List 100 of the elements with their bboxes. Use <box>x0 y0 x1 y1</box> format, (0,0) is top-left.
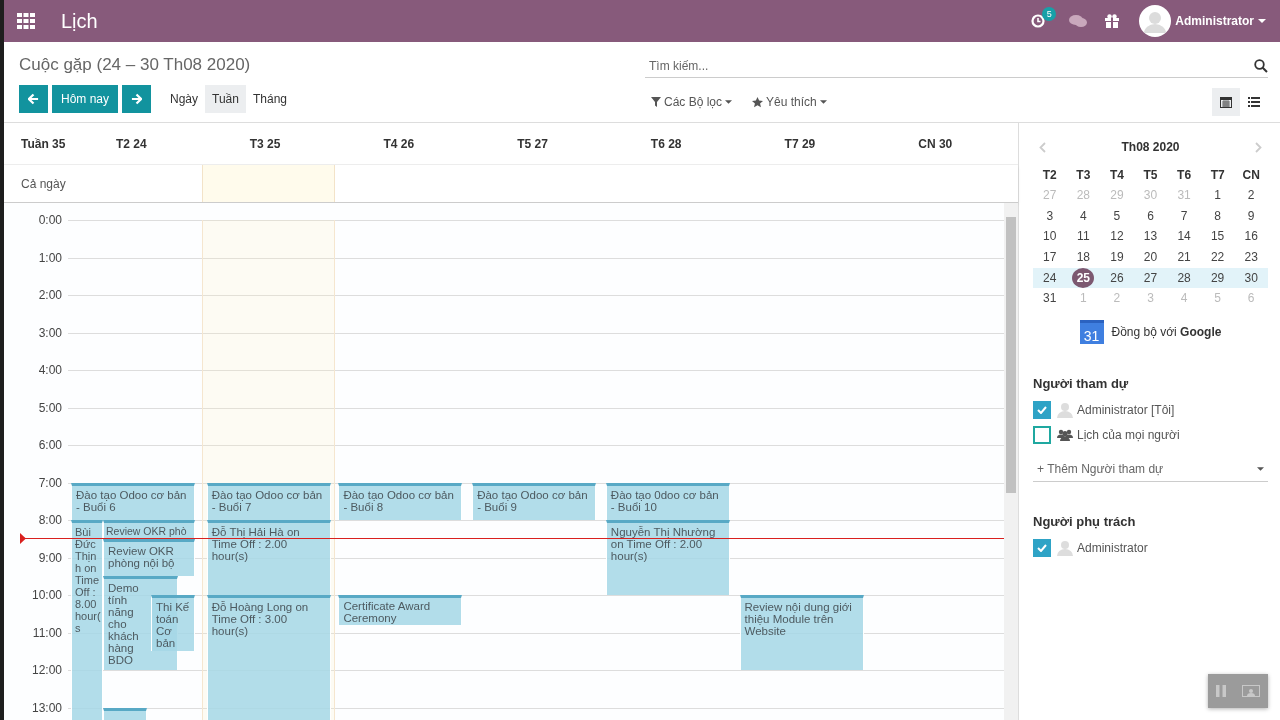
sync-link[interactable]: Đồng bộ với Google <box>1111 325 1222 340</box>
user-name[interactable]: Administrator <box>1175 14 1254 28</box>
checkbox[interactable] <box>1033 425 1051 444</box>
calendar-view-button[interactable] <box>1212 88 1240 116</box>
calendar-event[interactable]: Review nội dung giới thiệu Module trên Website <box>739 595 864 670</box>
hour-label: 1:00 <box>37 250 63 265</box>
caret-icon[interactable] <box>1258 19 1266 23</box>
weekday-label: T5 <box>1142 167 1159 184</box>
calendar-day[interactable]: 29 <box>1206 267 1229 289</box>
calendar-day[interactable]: 2 <box>1240 185 1263 206</box>
chat-icon[interactable] <box>1069 14 1088 28</box>
calendar-day[interactable]: 19 <box>1105 247 1128 268</box>
calendar-day[interactable]: 7 <box>1173 205 1196 227</box>
next-button[interactable] <box>122 85 152 113</box>
calendar-event[interactable]: Thi Kế toán Cơ bản <box>151 595 195 652</box>
checkbox[interactable] <box>1033 538 1051 557</box>
page-title: Cuộc gặp (24 – 30 Th08 2020) <box>19 55 252 75</box>
all-day-label: Cả ngày <box>20 176 67 191</box>
calendar-day[interactable]: 12 <box>1105 226 1128 248</box>
section-title: Người phụ trách <box>1033 514 1137 530</box>
notification-badge: 5 <box>1042 7 1057 21</box>
calendar-day[interactable]: 11 <box>1072 226 1095 248</box>
calendar-day[interactable]: 20 <box>1139 247 1162 268</box>
calendar-event[interactable]: Đào tạo Odoo cơ bản - Buổi 9 <box>472 482 597 520</box>
calendar-day[interactable]: 10 <box>1038 226 1061 248</box>
day-header: T5 27 <box>516 136 549 151</box>
arrow-left-icon <box>28 93 39 105</box>
checkbox[interactable] <box>1033 400 1051 419</box>
calendar-day[interactable]: 9 <box>1240 205 1263 227</box>
calendar-day[interactable]: 23 <box>1240 247 1263 268</box>
calendar-day[interactable]: 25 <box>1072 267 1095 288</box>
calendar-day[interactable]: 4 <box>1072 205 1095 227</box>
calendar-event[interactable]: Đào tạo 0doo cơ bản - Buổi 10 <box>605 482 730 520</box>
view-tab[interactable]: Ngày <box>163 85 206 113</box>
favorites-dropdown[interactable]: Yêu thích <box>746 95 833 109</box>
calendar-day[interactable]: 5 <box>1105 205 1128 227</box>
scrollbar-thumb[interactable] <box>1006 217 1016 493</box>
section-title: Người tham dự <box>1033 376 1130 392</box>
avatar-icon[interactable] <box>1139 5 1172 37</box>
calendar-day[interactable]: 16 <box>1240 226 1263 248</box>
calendar-day[interactable]: 14 <box>1173 226 1196 248</box>
weekday-label: CN <box>1241 167 1261 184</box>
calendar-day[interactable]: 27 <box>1139 267 1162 289</box>
calendar-event[interactable]: Đào tạo Odoo cơ bản - Buổi 8 <box>338 482 463 520</box>
previous-button[interactable] <box>19 85 48 113</box>
apps-menu-icon[interactable] <box>17 13 35 29</box>
view-tab[interactable]: Tháng <box>245 85 294 113</box>
calendar-day[interactable]: 30 <box>1240 267 1263 289</box>
gift-icon[interactable] <box>1105 14 1120 28</box>
calendar-event[interactable]: Bùi Đức Thịnh on Time Off : 8.00 hour(s <box>71 520 103 720</box>
google-calendar-icon[interactable]: 31 <box>1079 320 1104 345</box>
day-header: T2 24 <box>115 136 148 151</box>
weekday-label: T6 <box>1176 167 1193 184</box>
day-header: CN 30 <box>917 136 954 151</box>
today-button[interactable]: Hôm nay <box>52 85 119 113</box>
calendar-day[interactable]: 18 <box>1072 247 1095 268</box>
hour-label: 10:00 <box>30 588 63 602</box>
view-tab[interactable]: Tuần <box>205 85 246 113</box>
hour-label: 8:00 <box>37 513 63 527</box>
calendar-day[interactable]: 24 <box>1038 267 1061 289</box>
hour-label: 7:00 <box>37 475 63 490</box>
calendar-day[interactable]: 3 <box>1038 205 1061 227</box>
filters-dropdown[interactable]: Các Bộ lọc <box>645 95 739 109</box>
calendar-event[interactable]: Đào tạo Odoo cơ bản - Buổi 7 <box>206 482 331 520</box>
caret-icon <box>1257 467 1264 472</box>
star-icon <box>752 96 764 108</box>
calendar-event[interactable]: Certificate Award Ceremony <box>338 595 463 625</box>
day-header: T7 29 <box>783 136 817 151</box>
calendar-day[interactable]: 6 <box>1139 205 1162 227</box>
search-field[interactable]: Tìm kiếm... <box>645 58 1254 73</box>
calendar-day[interactable]: 31 <box>1038 288 1061 310</box>
caret-icon <box>819 100 827 104</box>
calendar-day[interactable]: 13 <box>1139 226 1162 248</box>
calendar-event[interactable]: Đỗ Hoàng Long on Time Off : 3.00 hour(s) <box>206 595 331 720</box>
calendar-day[interactable]: 1 <box>1206 185 1229 206</box>
calendar-day[interactable]: 21 <box>1173 247 1196 268</box>
clock-icon[interactable] <box>1031 14 1046 28</box>
weekday-label: T7 <box>1209 167 1226 184</box>
calendar-event[interactable]: Đỗ Thị Hải Hà on Time Off : 2.00 hour(s) <box>206 520 331 595</box>
hour-label: 3:00 <box>37 325 63 340</box>
search-icon[interactable] <box>1254 58 1268 73</box>
check-icon <box>1037 405 1047 414</box>
hour-label: 6:00 <box>37 438 63 452</box>
calendar-day[interactable]: 26 <box>1105 267 1128 289</box>
caret-icon <box>725 100 733 104</box>
add-attendee-field[interactable]: + Thêm Người tham dự <box>1037 462 1257 477</box>
calendar-event[interactable]: Đào tạo Odoo cơ bản - Buổi 6 <box>71 482 195 520</box>
calendar-day[interactable]: 22 <box>1206 247 1229 268</box>
calendar-event[interactable]: Nguyễn Thị Nhường on Time Off : 2.00 hour(s) <box>605 520 730 595</box>
calendar-day[interactable]: 8 <box>1206 205 1229 227</box>
calendar-event[interactable]: Review OKR phò <box>103 520 195 539</box>
hour-label: 13:00 <box>30 700 63 715</box>
calendar-event[interactable]: Review OKR phòng nội bộ <box>103 538 195 577</box>
weekday-label: T2 <box>1041 167 1058 184</box>
calendar-day[interactable]: 15 <box>1206 226 1229 248</box>
user-avatar-icon <box>1057 539 1073 556</box>
month-title: Th08 2020 <box>1121 140 1180 154</box>
check-icon <box>1037 543 1047 552</box>
calendar-day[interactable]: 28 <box>1173 267 1196 289</box>
calendar-day[interactable]: 17 <box>1038 247 1061 268</box>
